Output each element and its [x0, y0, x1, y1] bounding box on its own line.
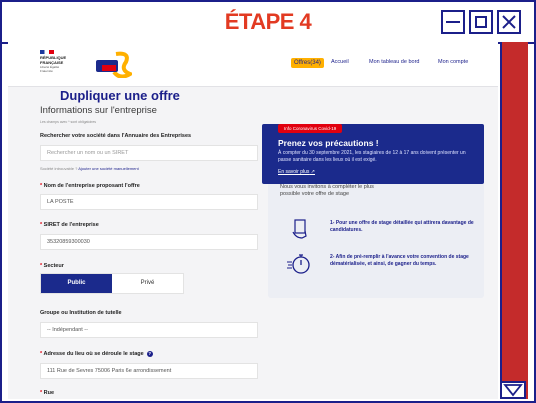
- sector-label-text: Secteur: [43, 263, 64, 269]
- section-title: Informations sur l'entreprise: [40, 105, 157, 116]
- company-name-label: * Nom de l'entreprise proposant l'offre: [40, 183, 140, 189]
- address-label-text: Adresse du lieu où se déroule le stage: [43, 351, 144, 357]
- title-bar: ÉTAPE 4: [2, 2, 534, 44]
- search-placeholder: Rechercher un nom ou un SIRET: [47, 150, 129, 156]
- republique-flag-icon: [40, 50, 54, 54]
- chevron-down-icon: [503, 384, 523, 397]
- sector-toggle: Public Privé: [40, 273, 184, 294]
- covid-title: Prenez vos précautions !: [278, 138, 379, 148]
- offres-badge[interactable]: Offres(34): [291, 58, 324, 68]
- search-label: Rechercher votre société dans l'Annuaire…: [40, 133, 192, 139]
- add-company-manually-link[interactable]: Ajouter une société manuellement: [78, 166, 138, 171]
- sector-private-option[interactable]: Privé: [112, 274, 183, 293]
- company-name-label-text: Nom de l'entreprise proposant l'offre: [43, 183, 140, 189]
- hand-document-icon: [292, 219, 307, 239]
- not-found-line: Société introuvable ? Ajouter une sociét…: [40, 166, 139, 171]
- republique-label: RÉPUBLIQUE FRANÇAISE: [40, 55, 67, 65]
- siret-label: * SIRET de l'entreprise: [40, 222, 99, 228]
- address-label: * Adresse du lieu où se déroule le stage…: [40, 351, 153, 357]
- required-note: Les champs avec * sont obligatoires: [40, 120, 97, 124]
- sector-public-option[interactable]: Public: [41, 274, 112, 293]
- not-found-text: Société introuvable ?: [40, 166, 78, 171]
- close-button[interactable]: [497, 10, 521, 34]
- scrollbar-track[interactable]: [500, 42, 528, 399]
- republique-motto: Liberté Égalité Fraternité: [40, 65, 60, 73]
- page-title: Dupliquer une offre: [60, 88, 180, 103]
- page-content: RÉPUBLIQUE FRANÇAISE Liberté Égalité Fra…: [8, 42, 498, 399]
- street-label-text: Rue: [43, 390, 55, 396]
- address-input[interactable]: 111 Rue de Sevres 75006 Paris 6e arrondi…: [40, 363, 258, 379]
- minimize-button[interactable]: [441, 10, 465, 34]
- company-search-input[interactable]: Rechercher un nom ou un SIRET: [40, 145, 258, 161]
- sector-label: * Secteur: [40, 263, 64, 269]
- site-header: RÉPUBLIQUE FRANÇAISE Liberté Égalité Fra…: [8, 42, 498, 87]
- tip-2: 2- Afin de pré-remplir à l'avance votre …: [330, 254, 469, 267]
- help-icon[interactable]: ?: [146, 351, 153, 357]
- stopwatch-icon: [287, 254, 310, 274]
- group-select[interactable]: -- Indépendant --: [40, 322, 258, 338]
- siret-label-text: SIRET de l'entreprise: [43, 222, 99, 228]
- covid-tag: Info Coronavirus Covid-19: [278, 124, 343, 133]
- maximize-button[interactable]: [469, 10, 493, 34]
- street-label: * Rue: [40, 390, 55, 396]
- company-name-input[interactable]: LA POSTE: [40, 194, 258, 210]
- covid-body: À compter du 30 septembre 2021, les stag…: [278, 150, 466, 163]
- monstage-logo-icon: [96, 51, 135, 79]
- nav-mon-compte[interactable]: Mon compte: [438, 59, 468, 65]
- close-icon: [502, 15, 516, 29]
- nav-accueil[interactable]: Accueil: [331, 59, 349, 65]
- siret-input[interactable]: 35320859300030: [40, 234, 258, 250]
- covid-more-link[interactable]: En savoir plus ↗: [278, 169, 315, 175]
- invite-text: Nous vous invitons à compléter le plus p…: [280, 184, 374, 197]
- covid-more-link-text: En savoir plus: [278, 169, 310, 175]
- group-label: Groupe ou Institution de tutelle: [40, 310, 122, 316]
- monstage-logo[interactable]: [90, 50, 135, 79]
- nav-tableau-de-bord[interactable]: Mon tableau de bord: [369, 59, 419, 65]
- tip-1: 1- Pour une offre de stage détaillée qui…: [330, 220, 474, 233]
- scroll-down-button[interactable]: [500, 381, 526, 399]
